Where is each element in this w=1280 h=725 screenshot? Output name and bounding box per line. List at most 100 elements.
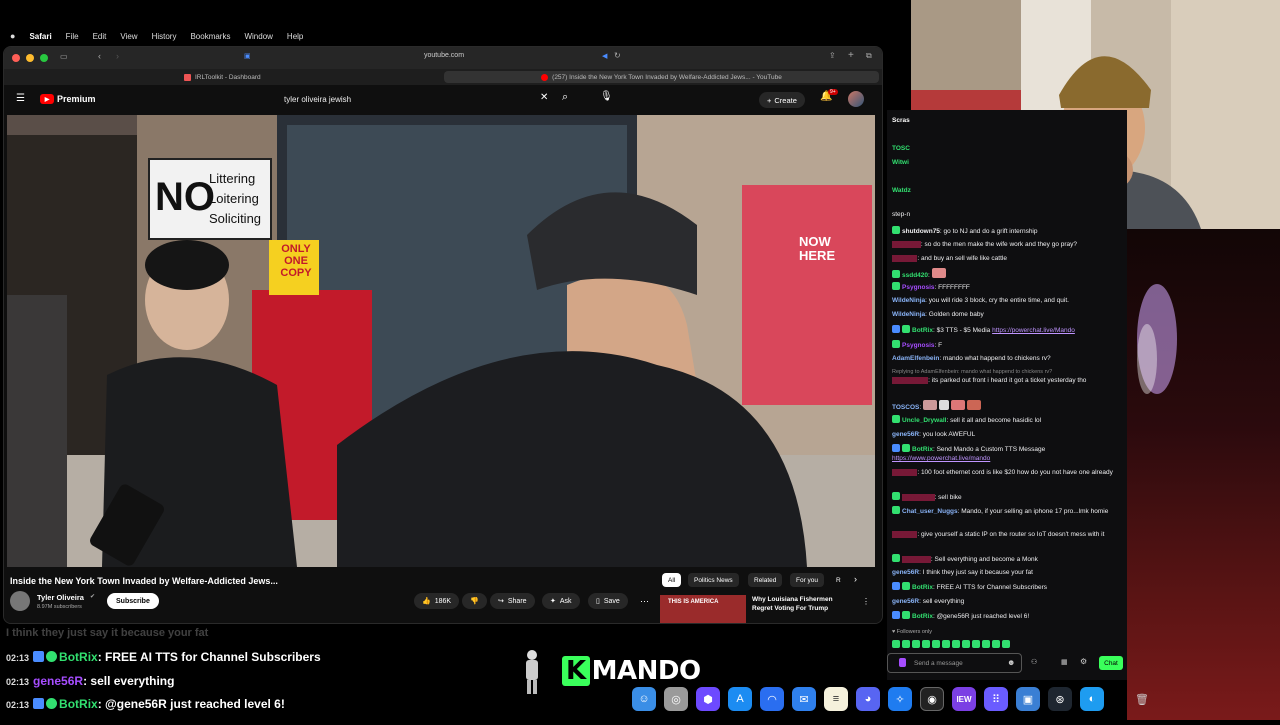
chips-next-icon[interactable]: › bbox=[854, 574, 857, 584]
chat-username[interactable]: Psygnosis bbox=[902, 342, 935, 349]
chat-username[interactable]: ssdd420 bbox=[902, 272, 928, 279]
share-button[interactable]: ↪ Share bbox=[490, 593, 535, 609]
finder-icon[interactable]: ☺ bbox=[632, 687, 656, 711]
chat-layout-icon[interactable]: ▦ bbox=[1061, 658, 1068, 666]
more-actions-icon[interactable]: ⋯ bbox=[640, 596, 649, 607]
hamburger-menu-icon[interactable]: ☰ bbox=[16, 93, 25, 104]
channel-avatar[interactable] bbox=[10, 591, 30, 611]
menu-view[interactable]: View bbox=[120, 32, 137, 41]
chat-send-button[interactable]: Chat bbox=[1099, 656, 1123, 670]
youtube-logo[interactable]: ▶ Premium bbox=[40, 94, 96, 104]
chat-username[interactable]: shutdown75 bbox=[902, 228, 940, 235]
chat-settings-icon[interactable]: ⚙ bbox=[1080, 657, 1087, 666]
menu-history[interactable]: History bbox=[152, 32, 177, 41]
recommended-thumbnail[interactable]: THIS IS AMERICA bbox=[660, 595, 746, 623]
ask-button[interactable]: ✦ Ask bbox=[542, 593, 580, 609]
emote-icon[interactable] bbox=[892, 640, 900, 648]
safari-icon[interactable]: ✧ bbox=[888, 687, 912, 711]
trash-icon[interactable]: 🗑 bbox=[1130, 687, 1154, 711]
video-player[interactable]: NO Littering Loitering Soliciting ONLY O… bbox=[7, 115, 875, 567]
emote-icon[interactable] bbox=[922, 640, 930, 648]
emote-icon[interactable] bbox=[982, 640, 990, 648]
subscribe-button[interactable]: Subscribe bbox=[107, 593, 159, 609]
arc-icon[interactable]: ◠ bbox=[760, 687, 784, 711]
chat-username[interactable]: Scras bbox=[892, 117, 910, 124]
chat-username[interactable]: TOSCOS bbox=[892, 404, 919, 411]
chat-username[interactable]: gene56R bbox=[892, 569, 919, 576]
chat-username[interactable]: BotRix bbox=[912, 584, 933, 591]
emote-icon[interactable] bbox=[942, 640, 950, 648]
emote-icon[interactable] bbox=[1002, 640, 1010, 648]
like-button[interactable]: 👍 186K bbox=[414, 593, 460, 609]
emote-icon[interactable] bbox=[972, 640, 980, 648]
chat-username[interactable]: gene56R bbox=[892, 598, 919, 605]
tab-youtube[interactable]: (257) Inside the New York Town Invaded b… bbox=[444, 71, 879, 83]
close-window-button[interactable] bbox=[12, 54, 20, 62]
recommended-menu-icon[interactable]: ⋮ bbox=[862, 597, 870, 606]
emote-icon[interactable] bbox=[902, 640, 910, 648]
app-store-icon[interactable]: A bbox=[728, 687, 752, 711]
forward-icon[interactable]: › bbox=[116, 51, 119, 61]
points-icon[interactable]: ⚇ bbox=[1031, 658, 1037, 666]
chat-username[interactable]: Witwi bbox=[892, 159, 909, 166]
tabs-icon[interactable]: ⧉ bbox=[866, 51, 872, 61]
chip-all[interactable]: All bbox=[662, 573, 682, 587]
zoom-window-button[interactable] bbox=[40, 54, 48, 62]
mic-icon[interactable] bbox=[899, 658, 906, 667]
tab-irltoolkit[interactable]: IRLToolkit - Dashboard bbox=[184, 71, 261, 83]
discord-icon[interactable]: ◕ bbox=[856, 687, 880, 711]
search-icon[interactable]: ⌕ bbox=[562, 91, 568, 104]
chat-username[interactable]: Watdz bbox=[892, 187, 911, 194]
chat-username[interactable]: BotRix bbox=[912, 446, 933, 453]
emote-icon[interactable] bbox=[962, 640, 970, 648]
menu-edit[interactable]: Edit bbox=[93, 32, 107, 41]
emote-icon[interactable] bbox=[932, 640, 940, 648]
menu-app-name[interactable]: Safari bbox=[29, 32, 51, 41]
clear-search-icon[interactable]: ✕ bbox=[540, 92, 548, 103]
tab-overview-icon[interactable]: ▣ bbox=[244, 52, 251, 60]
sidebar-icon[interactable]: ▭ bbox=[60, 52, 68, 61]
chip-more[interactable]: R bbox=[830, 573, 847, 587]
recommended-title[interactable]: Why Louisiana Fishermen Regret Voting Fo… bbox=[752, 595, 852, 613]
address-bar[interactable]: youtube.com bbox=[364, 52, 524, 59]
back-icon[interactable]: ‹ bbox=[98, 51, 101, 61]
chat-username[interactable]: Uncle_Drywall bbox=[902, 417, 946, 424]
menu-bookmarks[interactable]: Bookmarks bbox=[190, 32, 230, 41]
launchpad-icon[interactable]: ◎ bbox=[664, 687, 688, 711]
chat-username[interactable]: Chat_user_Nuggs bbox=[902, 508, 958, 515]
menu-window[interactable]: Window bbox=[244, 32, 272, 41]
grid-icon[interactable]: ⠿ bbox=[984, 687, 1008, 711]
emote-picker-icon[interactable]: ☻ bbox=[1007, 658, 1015, 667]
notes-icon[interactable]: ≡ bbox=[824, 687, 848, 711]
edge-icon[interactable]: ◐ bbox=[1080, 687, 1104, 711]
mail-icon[interactable]: ✉ bbox=[792, 687, 816, 711]
obs-icon[interactable]: ◉ bbox=[920, 687, 944, 711]
chip-politics-news[interactable]: Politics News bbox=[688, 573, 739, 587]
chat-username[interactable]: BotRix bbox=[912, 327, 933, 334]
create-button[interactable]: + Create bbox=[759, 92, 805, 108]
chat-message-input[interactable]: Send a message bbox=[887, 653, 1022, 673]
emote-icon[interactable] bbox=[952, 640, 960, 648]
chip-related[interactable]: Related bbox=[748, 573, 783, 587]
menu-file[interactable]: File bbox=[66, 32, 79, 41]
menu-help[interactable]: Help bbox=[287, 32, 303, 41]
search-input[interactable]: tyler oliveira jewish bbox=[276, 92, 556, 108]
apple-icon[interactable]: ● bbox=[10, 31, 15, 41]
chat-username[interactable]: WildeNinja bbox=[892, 311, 925, 318]
chat-username[interactable]: BotRix bbox=[912, 613, 933, 620]
chat-link[interactable]: https://powerchat.live/Mando bbox=[992, 327, 1075, 334]
microphone-icon[interactable]: 🎙 bbox=[600, 91, 613, 102]
emote-icon[interactable] bbox=[992, 640, 1000, 648]
chat-username[interactable]: gene56R bbox=[892, 431, 919, 438]
reload-icon[interactable]: ↻ bbox=[614, 51, 621, 60]
chat-username[interactable]: AdamElfenbein bbox=[892, 355, 939, 362]
audio-icon[interactable]: ◀ bbox=[602, 52, 607, 60]
chat-username[interactable]: WildeNinja bbox=[892, 297, 925, 304]
chip-for-you[interactable]: For you bbox=[790, 573, 825, 587]
dislike-button[interactable]: 👎 bbox=[462, 593, 487, 609]
minimize-window-button[interactable] bbox=[26, 54, 34, 62]
share-icon[interactable]: ⇪ bbox=[829, 51, 836, 60]
account-avatar[interactable] bbox=[848, 91, 864, 107]
chat-link[interactable]: https://www.powerchat.live/mando bbox=[892, 455, 990, 462]
save-button[interactable]: ▯ Save bbox=[588, 593, 628, 609]
